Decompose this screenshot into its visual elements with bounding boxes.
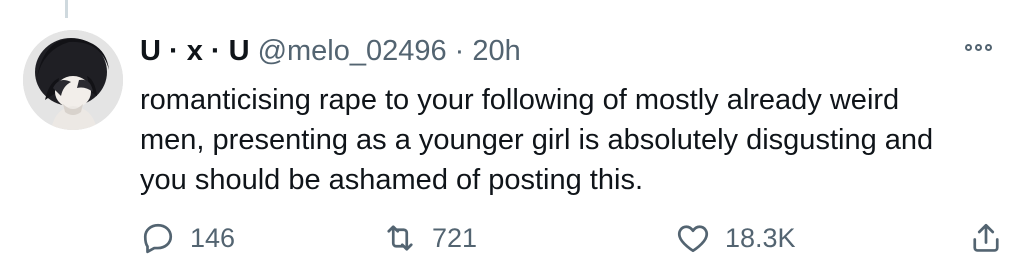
share-button[interactable] [968,220,1004,256]
tweet-text-line: romanticising rape to your following of … [140,84,900,116]
like-count: 18.3K [725,222,796,253]
like-button[interactable]: 18.3K [675,220,796,256]
heart-icon [677,225,709,253]
more-dot [985,44,992,51]
avatar[interactable] [23,30,123,130]
header-separator: · [454,35,465,67]
tweet-text-line: men, presenting as a younger girl is abs… [140,124,934,156]
reply-button[interactable]: 146 [140,220,235,256]
timestamp[interactable]: 20h [472,34,520,68]
share-icon [973,223,999,252]
user-handle[interactable]: @melo_02496 [258,34,447,68]
reply-count: 146 [190,222,236,253]
reply-icon [143,223,173,254]
more-options-icon[interactable] [965,44,992,51]
display-name[interactable]: U · x · U [140,34,250,68]
tweet[interactable]: U · x · U @melo_02496 · 20h romanticisin… [0,0,1024,274]
tweet-header: U · x · U @melo_02496 · 20h [140,34,521,68]
thread-connector-line [65,0,68,18]
tweet-text: romanticising rape to your following of … [140,80,1000,200]
tweet-text-line: you should be ashamed of posting this. [140,164,643,196]
retweet-button[interactable]: 721 [382,220,477,256]
more-dot [975,44,982,51]
retweet-icon [387,225,413,251]
tweet-actions: 146 721 18.3K [140,220,1010,260]
more-dot [965,44,972,51]
retweet-count: 721 [432,222,478,253]
avatar-image [23,30,123,130]
